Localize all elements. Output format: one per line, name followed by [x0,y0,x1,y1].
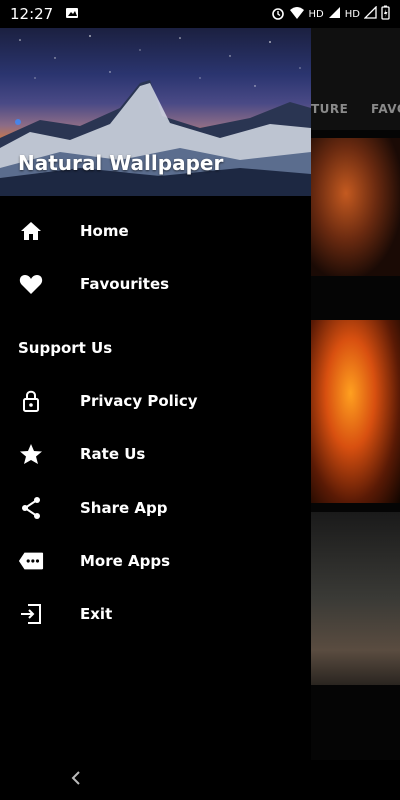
heart-icon [18,271,44,297]
wallpaper-thumbnail[interactable] [310,512,400,685]
alarm-icon [271,6,285,23]
status-time: 12:27 [10,5,54,23]
more-apps-icon [18,548,44,574]
tab-favourites[interactable]: FAVO [371,102,400,116]
drawer-header: Natural Wallpaper [0,28,311,196]
menu-label-favourites: Favourites [80,275,170,293]
wallpaper-thumbnail[interactable] [310,138,400,276]
status-bar: 12:27 HD HD [0,0,400,28]
signal-icon-2 [363,5,377,22]
battery-icon [381,5,390,23]
support-section-title: Support Us [18,339,113,357]
menu-item-more-apps[interactable]: More Apps [0,536,311,586]
menu-item-rate-us[interactable]: Rate Us [0,429,311,479]
wallpaper-thumbnail[interactable] [310,320,400,503]
exit-icon [18,601,44,627]
image-notification-icon [65,5,79,24]
network-hd-2: HD [344,8,360,20]
tab-nature[interactable]: TURE [311,102,348,116]
menu-item-privacy-policy[interactable]: Privacy Policy [0,376,311,426]
menu-label-rate-us: Rate Us [80,445,146,463]
menu-item-favourites[interactable]: Favourites [0,259,311,309]
back-chevron-icon[interactable] [70,770,82,791]
menu-label-share-app: Share App [80,499,168,517]
home-icon [18,218,44,244]
menu-label-privacy-policy: Privacy Policy [80,392,198,410]
drawer-app-title: Natural Wallpaper [18,151,224,175]
system-navigation-bar [0,760,400,800]
navigation-drawer: Natural Wallpaper Home Favourites Suppor… [0,28,311,760]
menu-label-home: Home [80,222,129,240]
wifi-icon [289,6,305,23]
share-icon [18,495,44,521]
lock-icon [18,388,44,414]
menu-item-exit[interactable]: Exit [0,589,311,639]
menu-label-exit: Exit [80,605,113,623]
signal-icon [328,6,341,22]
menu-label-more-apps: More Apps [80,552,171,570]
star-icon [18,441,44,467]
menu-item-home[interactable]: Home [0,206,311,256]
network-hd-1: HD [308,8,324,20]
menu-item-share-app[interactable]: Share App [0,483,311,533]
